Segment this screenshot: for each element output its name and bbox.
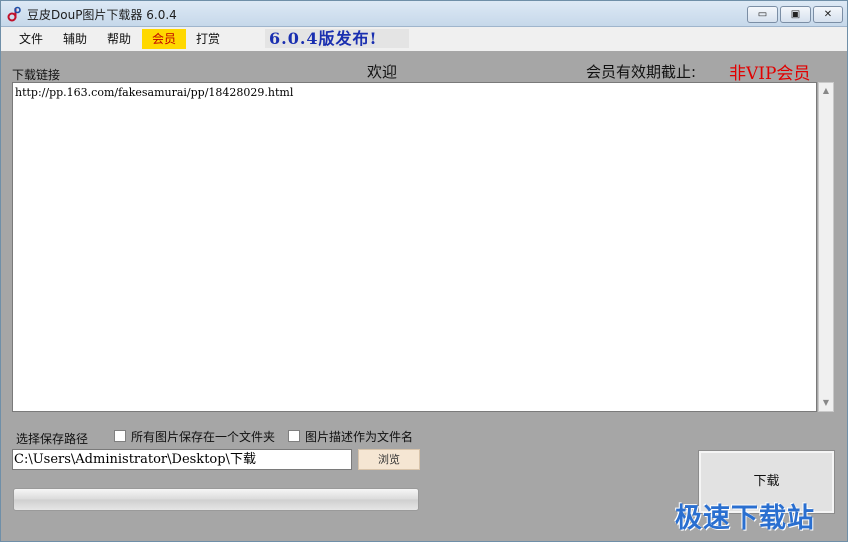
menu-vip[interactable]: 会员 bbox=[142, 29, 186, 49]
scroll-up-arrow-icon[interactable]: ▲ bbox=[819, 83, 833, 99]
menu-donate[interactable]: 打赏 bbox=[188, 29, 228, 49]
maximize-button[interactable]: ▣ bbox=[780, 6, 811, 23]
window-title: 豆皮DouP图片下载器 6.0.4 bbox=[27, 8, 177, 22]
desc-filename-checkbox[interactable] bbox=[288, 430, 300, 442]
app-window: 豆皮DouP图片下载器 6.0.4 ▭ ▣ ✕ 文件 辅助 帮助 会员 打赏 6… bbox=[0, 0, 848, 542]
download-progress-bar bbox=[13, 488, 419, 511]
membership-status: 非VIP会员 bbox=[729, 64, 811, 84]
save-path-input[interactable]: C:\Users\Administrator\Desktop\下载 bbox=[12, 449, 352, 470]
desc-filename-option[interactable]: 图片描述作为文件名 bbox=[288, 428, 413, 444]
doup-logo-icon bbox=[7, 6, 21, 22]
menu-help[interactable]: 帮助 bbox=[98, 29, 140, 49]
menu-assist[interactable]: 辅助 bbox=[54, 29, 96, 49]
minimize-button[interactable]: ▭ bbox=[747, 6, 778, 23]
title-bar[interactable]: 豆皮DouP图片下载器 6.0.4 ▭ ▣ ✕ bbox=[1, 1, 847, 27]
membership-label: 会员有效期截止: bbox=[586, 63, 697, 81]
browse-button[interactable]: 浏览 bbox=[358, 449, 420, 470]
menu-file[interactable]: 文件 bbox=[10, 29, 52, 49]
main-panel: 下载链接 欢迎 会员有效期截止: 非VIP会员 http://pp.163.co… bbox=[1, 51, 847, 541]
url-textarea[interactable]: http://pp.163.com/fakesamurai/pp/1842802… bbox=[12, 82, 817, 412]
save-path-label: 选择保存路径 bbox=[16, 432, 89, 446]
same-folder-label: 所有图片保存在一个文件夹 bbox=[131, 429, 276, 444]
url-scrollbar[interactable]: ▲ ▼ bbox=[818, 82, 834, 412]
same-folder-option[interactable]: 所有图片保存在一个文件夹 bbox=[114, 428, 275, 444]
download-links-label: 下载链接 bbox=[12, 68, 61, 82]
welcome-label: 欢迎 bbox=[367, 63, 398, 81]
close-button[interactable]: ✕ bbox=[813, 6, 843, 23]
menu-bar: 文件 辅助 帮助 会员 打赏 6.0.4版发布! bbox=[1, 27, 847, 51]
scroll-down-arrow-icon[interactable]: ▼ bbox=[819, 395, 833, 411]
desc-filename-label: 图片描述作为文件名 bbox=[305, 429, 414, 444]
watermark-text: 极速下载站 bbox=[675, 503, 815, 534]
same-folder-checkbox[interactable] bbox=[114, 430, 126, 442]
release-notice[interactable]: 6.0.4版发布! bbox=[265, 29, 409, 48]
